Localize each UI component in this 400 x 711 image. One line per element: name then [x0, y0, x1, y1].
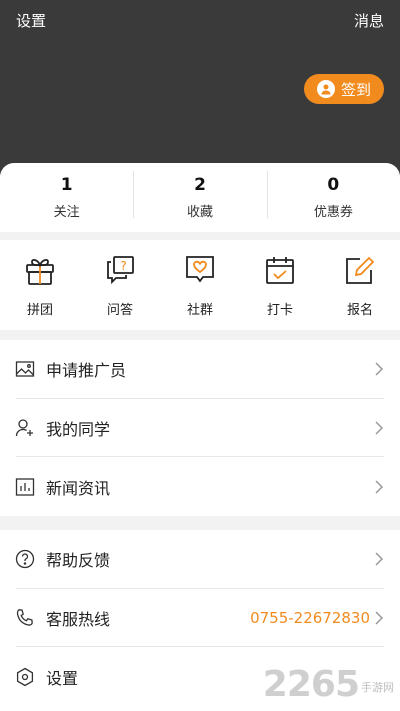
menu-my-classmates[interactable]: 我的同学	[0, 399, 400, 458]
stat-following[interactable]: 1 关注	[0, 163, 133, 232]
feature-label: 报名	[346, 302, 373, 318]
stat-favorites[interactable]: 2 收藏	[133, 163, 266, 232]
feature-label: 问答	[106, 302, 133, 318]
watermark-main: 2265	[262, 664, 360, 705]
help-icon	[15, 549, 35, 569]
menu-news[interactable]: 新闻资讯	[0, 457, 400, 516]
menu-apply-promoter[interactable]: 申请推广员	[0, 340, 400, 399]
feature-group-buy[interactable]: 拼团	[10, 253, 70, 318]
stat-value: 0	[327, 175, 340, 195]
image-icon	[15, 359, 35, 379]
menu-label: 申请推广员	[46, 361, 127, 381]
chart-icon	[15, 477, 35, 497]
edit-icon	[343, 253, 377, 291]
hexagon-settings-icon	[15, 667, 35, 687]
calendar-check-icon	[263, 253, 297, 291]
settings-link[interactable]: 设置	[16, 10, 46, 31]
qa-icon: ?	[103, 253, 137, 291]
menu-label: 我的同学	[46, 420, 111, 440]
watermark-sub: 手游网	[361, 681, 394, 694]
messages-link[interactable]: 消息	[354, 10, 384, 31]
stat-coupons[interactable]: 0 优惠券	[266, 163, 400, 232]
stat-value: 1	[60, 175, 73, 195]
feature-qa[interactable]: ? 问答	[90, 253, 150, 318]
menu-label: 新闻资讯	[46, 478, 111, 498]
menu-help-feedback[interactable]: 帮助反馈	[0, 530, 400, 589]
phone-icon	[15, 608, 35, 628]
user-icon	[316, 80, 335, 98]
chevron-right-icon	[375, 552, 384, 566]
feature-label: 社群	[186, 302, 213, 318]
menu-label: 设置	[46, 668, 79, 688]
stat-label: 优惠券	[313, 205, 353, 220]
add-user-icon	[15, 418, 35, 438]
signin-button[interactable]: 签到	[304, 74, 384, 104]
profile-header: 设置 消息 签到	[0, 0, 400, 175]
signin-label: 签到	[340, 80, 371, 99]
chevron-right-icon	[375, 362, 384, 376]
stat-value: 2	[194, 175, 206, 195]
chevron-right-icon	[375, 421, 384, 435]
gift-icon	[23, 253, 57, 291]
svg-text:?: ?	[120, 259, 126, 273]
stats-card: 1 关注 2 收藏 0 优惠券	[0, 163, 400, 232]
heart-chat-icon	[183, 253, 217, 291]
menu-group-1: 申请推广员 我的同学 新闻资讯	[0, 340, 400, 516]
menu-label: 帮助反馈	[46, 551, 111, 571]
hotline-number: 0755-22672830	[250, 609, 370, 628]
menu-label: 客服热线	[46, 610, 111, 630]
watermark: 2265 手游网	[263, 664, 394, 705]
feature-community[interactable]: 社群	[170, 253, 230, 318]
chevron-right-icon	[375, 480, 384, 494]
chevron-right-icon	[375, 611, 384, 625]
feature-grid: 拼团 ? 问答 社群 打卡 报名	[0, 240, 400, 330]
stat-label: 关注	[53, 205, 80, 220]
stat-label: 收藏	[186, 205, 213, 220]
feature-signup[interactable]: 报名	[330, 253, 390, 318]
feature-label: 拼团	[26, 302, 53, 318]
feature-check-in[interactable]: 打卡	[250, 253, 310, 318]
menu-service-hotline[interactable]: 客服热线 0755-22672830	[0, 589, 400, 648]
feature-label: 打卡	[266, 302, 293, 318]
